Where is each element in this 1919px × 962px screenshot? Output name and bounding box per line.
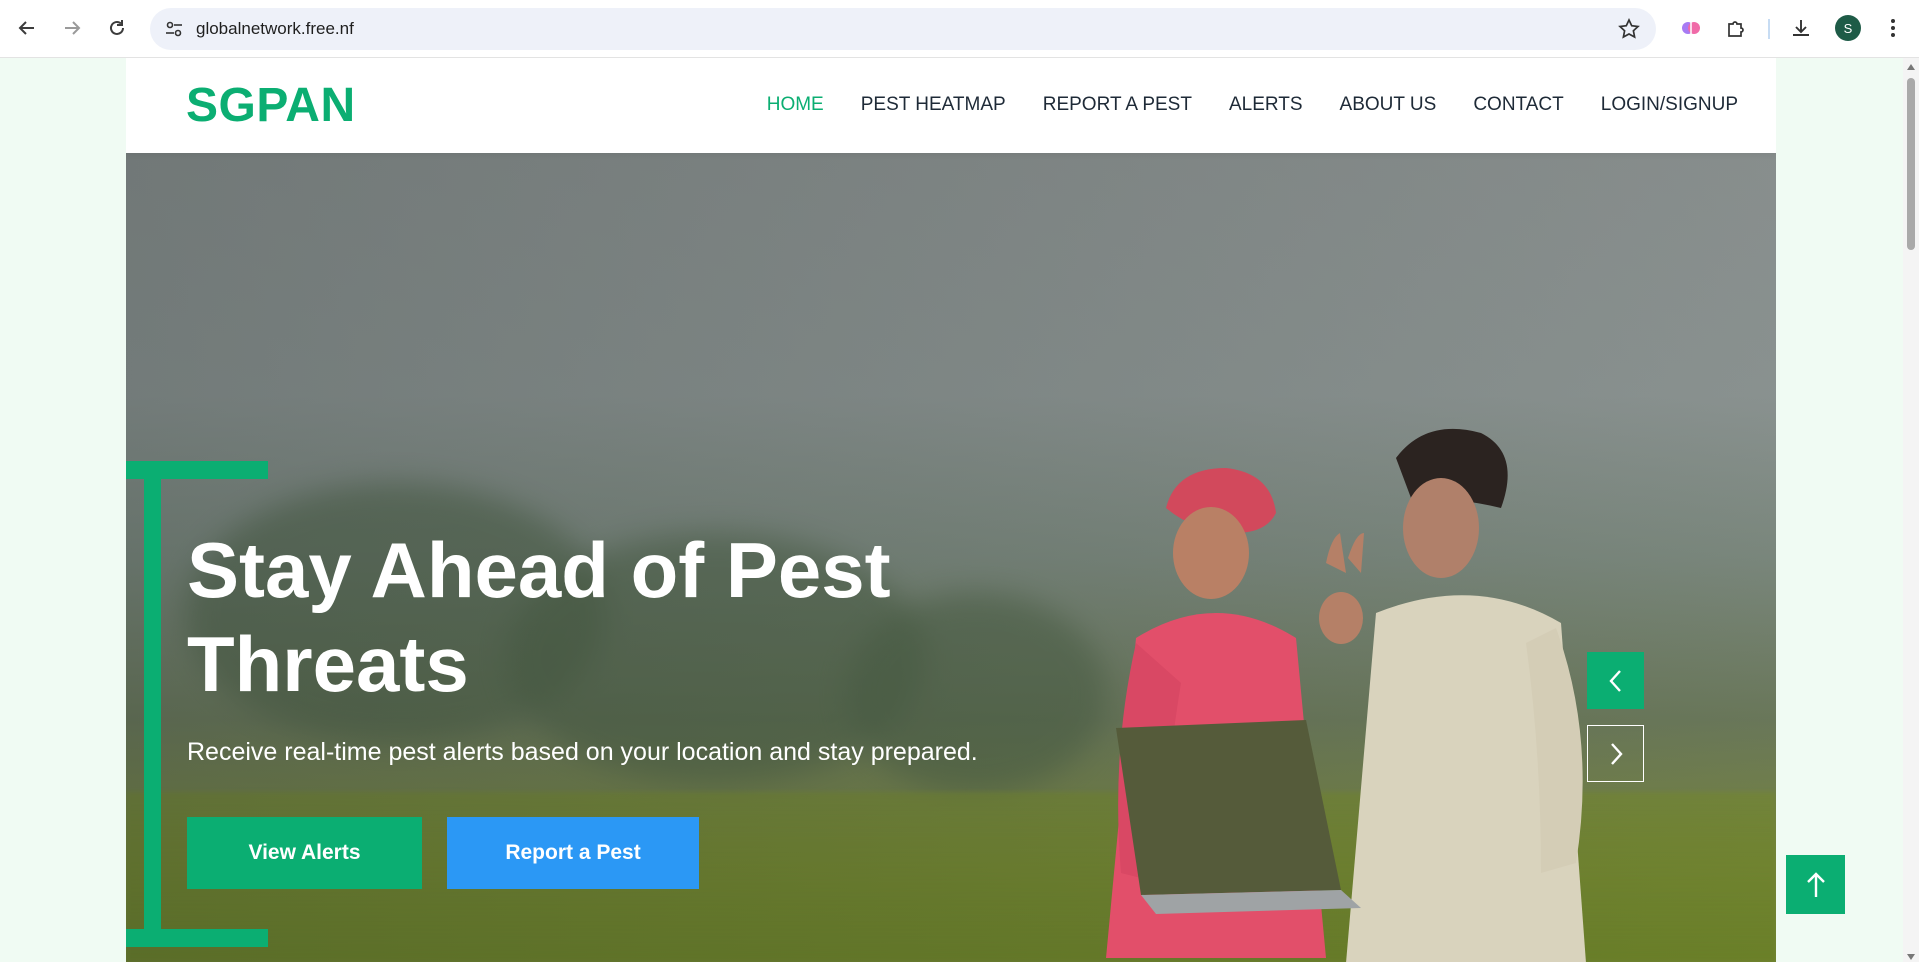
back-icon[interactable] — [12, 13, 42, 43]
report-a-pest-button[interactable]: Report a Pest — [447, 817, 699, 889]
back-to-top-button[interactable] — [1786, 855, 1845, 914]
chevron-right-icon — [1610, 742, 1623, 765]
site-header: SGPAN HOME PEST HEATMAP REPORT A PEST AL… — [126, 58, 1776, 153]
arrow-up-icon — [1806, 871, 1825, 897]
page-scrollbar[interactable] — [1903, 58, 1919, 962]
scroll-down-arrow[interactable] — [1907, 954, 1915, 960]
extensions-puzzle-icon[interactable] — [1721, 13, 1751, 43]
hero-accent-bracket — [144, 479, 161, 929]
hero-accent-bracket — [126, 461, 268, 479]
hero-carousel: Stay Ahead of Pest Threats Receive real-… — [126, 153, 1776, 962]
nav-report-a-pest[interactable]: REPORT A PEST — [1043, 94, 1192, 116]
hero-subtitle: Receive real-time pest alerts based on y… — [187, 738, 978, 766]
nav-alerts[interactable]: ALERTS — [1229, 94, 1303, 116]
site-logo[interactable]: SGPAN — [186, 78, 356, 133]
chevron-left-icon — [1608, 669, 1621, 692]
main-nav: HOME PEST HEATMAP REPORT A PEST ALERTS A… — [767, 94, 1738, 116]
download-icon[interactable] — [1786, 13, 1816, 43]
browser-toolbar: globalnetwork.free.nf S — [0, 0, 1919, 58]
scrollbar-thumb[interactable] — [1907, 78, 1915, 250]
nav-pest-heatmap[interactable]: PEST HEATMAP — [861, 94, 1006, 116]
carousel-prev-button[interactable] — [1587, 652, 1644, 709]
address-bar[interactable]: globalnetwork.free.nf — [150, 8, 1656, 50]
nav-home[interactable]: HOME — [767, 94, 824, 116]
more-menu-icon[interactable] — [1878, 13, 1908, 43]
nav-about-us[interactable]: ABOUT US — [1340, 94, 1437, 116]
nav-contact[interactable]: CONTACT — [1473, 94, 1563, 116]
carousel-next-button[interactable] — [1587, 725, 1644, 782]
reload-icon[interactable] — [102, 13, 132, 43]
hero-accent-bracket — [126, 929, 268, 947]
scroll-up-arrow[interactable] — [1907, 64, 1915, 70]
forward-icon[interactable] — [57, 13, 87, 43]
url-text[interactable]: globalnetwork.free.nf — [196, 19, 354, 39]
toolbar-divider — [1768, 19, 1770, 39]
view-alerts-button[interactable]: View Alerts — [187, 817, 422, 889]
site-settings-icon[interactable] — [164, 19, 184, 44]
extension-brain-icon[interactable] — [1676, 13, 1706, 43]
profile-avatar[interactable]: S — [1833, 13, 1863, 43]
hero-title: Stay Ahead of Pest Threats — [187, 526, 891, 708]
website-page: SGPAN HOME PEST HEATMAP REPORT A PEST AL… — [126, 58, 1776, 962]
bookmark-star-icon[interactable] — [1618, 18, 1640, 45]
profile-initial: S — [1835, 15, 1861, 41]
nav-login-signup[interactable]: LOGIN/SIGNUP — [1601, 94, 1738, 116]
